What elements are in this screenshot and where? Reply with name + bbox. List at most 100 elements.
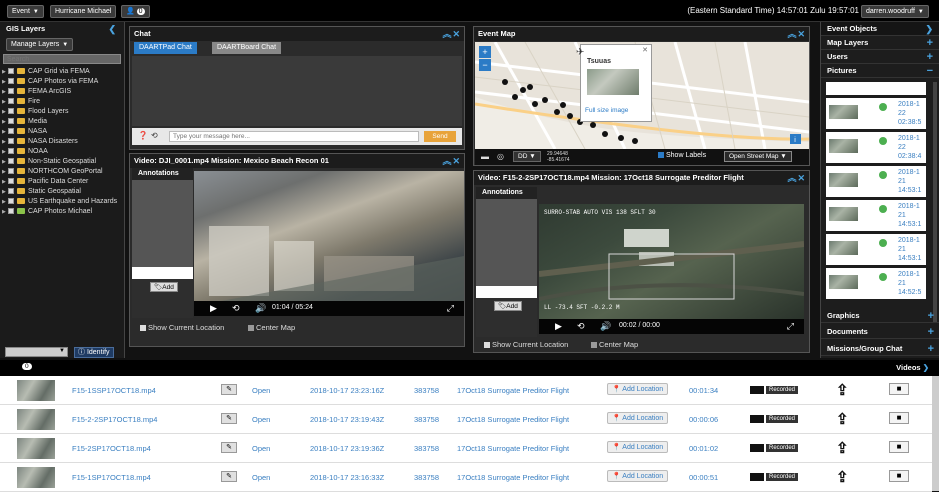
expand-arrow-icon[interactable]: ▶	[2, 177, 6, 187]
stop-button[interactable]: ■	[889, 470, 909, 482]
table-row[interactable]: F15-2SP17OCT18.mp4 ✎ Open 2018-10-17 23:19:…	[0, 434, 932, 463]
identify-button[interactable]: ⓘ Identify	[74, 347, 114, 358]
add-icon[interactable]: +	[927, 36, 933, 50]
coord-format-select[interactable]: DD ▼	[513, 151, 541, 162]
expand-arrow-icon[interactable]: ▶	[2, 77, 6, 87]
add-icon[interactable]: +	[928, 309, 934, 323]
picture-item[interactable]: 02:38:5	[826, 82, 926, 95]
video-1-frame[interactable]	[194, 171, 464, 316]
video-mission[interactable]: 17Oct18 Surrogate Preditor Flight	[457, 415, 569, 424]
manage-layers-button[interactable]: Manage Layers ▼	[6, 38, 74, 51]
expand-arrow-icon[interactable]: ▶	[2, 197, 6, 207]
layer-item[interactable]: ▶ Media	[0, 117, 124, 127]
layer-item[interactable]: ▶ CAP Grid via FEMA	[0, 67, 124, 77]
center-map-checkbox[interactable]: Center Map	[591, 340, 638, 349]
history-icon[interactable]: ⟲	[151, 131, 158, 140]
video-thumbnail[interactable]	[17, 438, 55, 459]
stop-button[interactable]: ■	[889, 441, 909, 453]
popup-image[interactable]	[587, 69, 639, 95]
open-link[interactable]: Open	[252, 386, 270, 395]
layer-checkbox[interactable]	[8, 208, 14, 215]
layer-item[interactable]: ▶ Static Geospatial	[0, 187, 124, 197]
edit-icon[interactable]: ✎	[221, 471, 237, 482]
layer-item[interactable]: ▶ NASA	[0, 127, 124, 137]
video-thumbnail[interactable]	[17, 467, 55, 488]
volume-icon[interactable]: 🔊	[600, 321, 611, 332]
add-icon[interactable]: +	[928, 342, 934, 356]
picture-item[interactable]: 2018-1 22 02:38:4	[826, 132, 926, 163]
layer-checkbox[interactable]	[8, 168, 14, 175]
picture-item[interactable]: 2018-1 21 14:52:5	[826, 268, 926, 299]
video-mission[interactable]: 17Oct18 Surrogate Preditor Flight	[457, 444, 569, 453]
layer-checkbox[interactable]	[8, 128, 14, 135]
layer-checkbox[interactable]	[8, 198, 14, 205]
layer-checkbox[interactable]	[8, 78, 14, 85]
layer-item[interactable]: ▶ NASA Disasters	[0, 137, 124, 147]
layer-checkbox[interactable]	[8, 118, 14, 125]
layer-item[interactable]: ▶ Non-Static Geospatial	[0, 157, 124, 167]
event-menu-button[interactable]: Event ▼	[7, 5, 44, 18]
expand-arrow-icon[interactable]: ▶	[2, 157, 6, 167]
videos-title[interactable]: Videos ❯	[896, 363, 929, 372]
play-icon[interactable]: ▶	[555, 321, 562, 332]
layer-item[interactable]: ▶ Pacific Data Center	[0, 177, 124, 187]
layer-item[interactable]: ▶ NORTHCOM GeoPortal	[0, 167, 124, 177]
edit-icon[interactable]: ✎	[221, 413, 237, 424]
expand-arrow-icon[interactable]: ▶	[2, 147, 6, 157]
edit-icon[interactable]: ✎	[221, 442, 237, 453]
window-controls-icon[interactable]: ︽✕	[442, 154, 461, 168]
loop-icon[interactable]: ⟲	[232, 303, 240, 314]
picture-item[interactable]: 2018-1 21 14:53:1	[826, 166, 926, 197]
identify-layer-select[interactable]: ▼	[5, 347, 68, 357]
stop-button[interactable]: ■	[889, 412, 909, 424]
event-name-button[interactable]: Hurricane Michael	[50, 5, 117, 18]
layer-item[interactable]: ▶ NOAA	[0, 147, 124, 157]
video-2-frame[interactable]: SURRO-STAB AUTO VIS 138 SFLT 30 LL -73.4…	[539, 204, 804, 319]
open-link[interactable]: Open	[252, 444, 270, 453]
expand-arrow-icon[interactable]: ▶	[2, 187, 6, 197]
tab-daartboard-chat[interactable]: DAARTBoard Chat	[212, 42, 282, 54]
layers-icon[interactable]: ▬	[481, 152, 489, 161]
section-graphics[interactable]: Graphics +	[821, 309, 939, 323]
loop-icon[interactable]: ⟲	[577, 321, 585, 332]
upload-icon[interactable]: ⇪	[836, 410, 849, 428]
video-filename[interactable]: F15-2SP17OCT18.mp4	[72, 444, 151, 453]
download-icon[interactable]	[879, 205, 887, 213]
expand-icon[interactable]: ❯	[925, 22, 933, 36]
table-scrollbar[interactable]	[932, 376, 939, 491]
layer-checkbox[interactable]	[8, 68, 14, 75]
add-annotation-button[interactable]: 🏷Add	[150, 282, 178, 292]
section-users[interactable]: Users +	[821, 50, 939, 64]
layer-item[interactable]: ▶ Fire	[0, 97, 124, 107]
picture-thumbnail[interactable]	[829, 207, 858, 221]
fullscreen-icon[interactable]: ⤢	[787, 321, 794, 332]
layer-checkbox[interactable]	[8, 108, 14, 115]
picture-item[interactable]: 2018-1 21 14:53:1	[826, 234, 926, 265]
open-link[interactable]: Open	[252, 415, 270, 424]
section-missions-group-chat[interactable]: Missions/Group Chat +	[821, 342, 939, 356]
expand-arrow-icon[interactable]: ▶	[2, 137, 6, 147]
collapse-icon[interactable]: −	[927, 64, 933, 78]
upload-icon[interactable]: ⇪	[836, 439, 849, 457]
layer-item[interactable]: ▶ CAP Photos via FEMA	[0, 77, 124, 87]
table-row[interactable]: F15-2-2SP17OCT18.mp4 ✎ Open 2018-10-17 23:1…	[0, 405, 932, 434]
layer-checkbox[interactable]	[8, 148, 14, 155]
section-pictures[interactable]: Pictures −	[821, 64, 939, 78]
upload-icon[interactable]: ⇪	[836, 381, 849, 399]
show-location-checkbox[interactable]: Show Current Location	[484, 340, 568, 349]
add-location-button[interactable]: 📍 Add Location	[607, 412, 669, 424]
user-menu-button[interactable]: darren.woodruff ▼	[861, 5, 929, 18]
add-annotation-button[interactable]: 🏷Add	[494, 301, 522, 311]
picture-item[interactable]: 2018-1 21 14:53:1	[826, 200, 926, 231]
add-icon[interactable]: +	[927, 50, 933, 64]
edit-icon[interactable]: ✎	[221, 384, 237, 395]
notifications-button[interactable]: 👤 0	[121, 5, 150, 18]
download-icon[interactable]	[879, 273, 887, 281]
picture-thumbnail[interactable]	[829, 139, 858, 153]
window-controls-icon[interactable]: ︽✕	[787, 27, 806, 41]
download-icon[interactable]	[879, 239, 887, 247]
expand-arrow-icon[interactable]: ▶	[2, 67, 6, 77]
annotation-input[interactable]	[132, 267, 193, 279]
download-icon[interactable]	[879, 171, 887, 179]
video-thumbnail[interactable]	[17, 380, 55, 401]
